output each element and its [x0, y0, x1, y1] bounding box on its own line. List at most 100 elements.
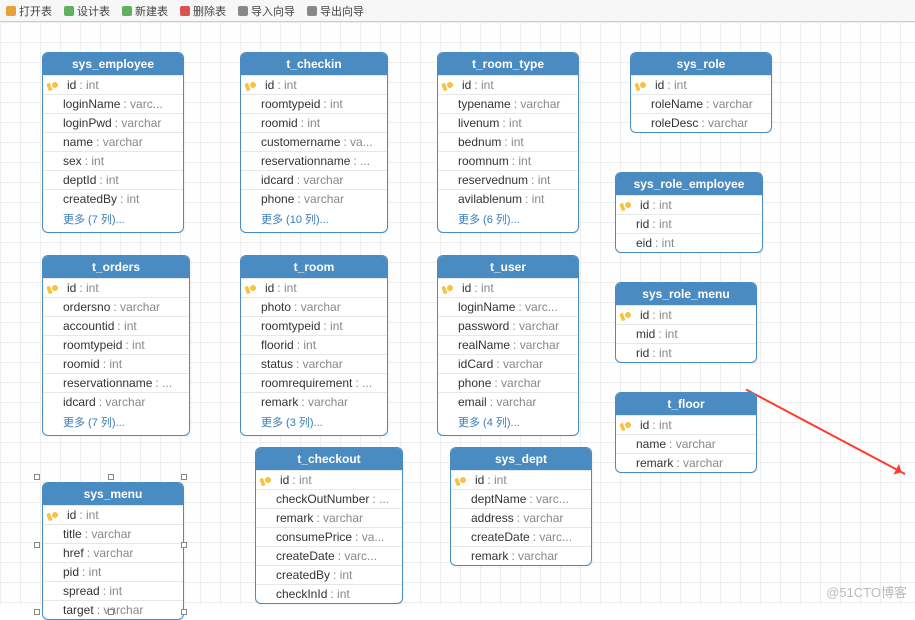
column[interactable]: ordersno: varchar	[43, 297, 189, 316]
column[interactable]: phone: varchar	[241, 189, 387, 208]
column[interactable]: roomnum: int	[438, 151, 578, 170]
column[interactable]: deptName: varc...	[451, 489, 591, 508]
column[interactable]: createdBy: int	[256, 565, 402, 584]
table-t_room_type[interactable]: t_room_typeid: inttypename: varcharliven…	[437, 52, 579, 233]
column[interactable]: avilablenum: int	[438, 189, 578, 208]
table-header[interactable]: t_user	[438, 256, 578, 278]
table-t_checkout[interactable]: t_checkoutid: intcheckOutNumber: ...rema…	[255, 447, 403, 604]
table-header[interactable]: t_orders	[43, 256, 189, 278]
column[interactable]: roomtypeid: int	[241, 316, 387, 335]
column-pk[interactable]: id: int	[616, 305, 756, 324]
selection-handle[interactable]	[108, 474, 114, 480]
toolbar-item[interactable]: 打开表	[6, 3, 52, 19]
table-t_user[interactable]: t_userid: intloginName: varc...password:…	[437, 255, 579, 436]
column[interactable]: reservationname: ...	[241, 151, 387, 170]
column[interactable]: loginName: varc...	[438, 297, 578, 316]
table-t_checkin[interactable]: t_checkinid: introomtypeid: introomid: i…	[240, 52, 388, 233]
table-header[interactable]: t_room_type	[438, 53, 578, 75]
column[interactable]: idCard: varchar	[438, 354, 578, 373]
column-pk[interactable]: id: int	[43, 278, 189, 297]
selection-handle[interactable]	[108, 609, 114, 615]
column[interactable]: idcard: varchar	[43, 392, 189, 411]
selection-handle[interactable]	[34, 609, 40, 615]
table-header[interactable]: t_checkout	[256, 448, 402, 470]
column-pk[interactable]: id: int	[43, 505, 183, 524]
table-header[interactable]: t_checkin	[241, 53, 387, 75]
more-columns[interactable]: 更多 (6 列)...	[438, 208, 578, 232]
column-pk[interactable]: id: int	[241, 278, 387, 297]
toolbar-item[interactable]: 设计表	[64, 3, 110, 19]
table-sys_role_employee[interactable]: sys_role_employeeid: intrid: inteid: int	[615, 172, 763, 253]
column[interactable]: checkOutNumber: ...	[256, 489, 402, 508]
selection-handle[interactable]	[34, 542, 40, 548]
column[interactable]: href: varchar	[43, 543, 183, 562]
table-header[interactable]: t_room	[241, 256, 387, 278]
er-canvas[interactable]: @51CTO博客 sys_employeeid: intloginName: v…	[0, 22, 915, 605]
column[interactable]: deptId: int	[43, 170, 183, 189]
table-sys_employee[interactable]: sys_employeeid: intloginName: varc...log…	[42, 52, 184, 233]
column[interactable]: typename: varchar	[438, 94, 578, 113]
toolbar-item[interactable]: 新建表	[122, 3, 168, 19]
column[interactable]: password: varchar	[438, 316, 578, 335]
column[interactable]: phone: varchar	[438, 373, 578, 392]
column[interactable]: loginPwd: varchar	[43, 113, 183, 132]
column[interactable]: bednum: int	[438, 132, 578, 151]
selection-handle[interactable]	[34, 474, 40, 480]
table-sys_menu[interactable]: sys_menuid: inttitle: varcharhref: varch…	[42, 482, 184, 620]
column-pk[interactable]: id: int	[438, 278, 578, 297]
table-header[interactable]: sys_role_menu	[616, 283, 756, 305]
column[interactable]: mid: int	[616, 324, 756, 343]
column[interactable]: livenum: int	[438, 113, 578, 132]
column[interactable]: roomrequirement: ...	[241, 373, 387, 392]
column[interactable]: remark: varchar	[256, 508, 402, 527]
column-pk[interactable]: id: int	[256, 470, 402, 489]
selection-handle[interactable]	[181, 542, 187, 548]
column[interactable]: photo: varchar	[241, 297, 387, 316]
column[interactable]: rid: int	[616, 214, 762, 233]
column[interactable]: title: varchar	[43, 524, 183, 543]
column[interactable]: reservednum: int	[438, 170, 578, 189]
column[interactable]: name: varchar	[43, 132, 183, 151]
more-columns[interactable]: 更多 (7 列)...	[43, 411, 189, 435]
table-header[interactable]: sys_menu	[43, 483, 183, 505]
column[interactable]: roomid: int	[43, 354, 189, 373]
column[interactable]: roomtypeid: int	[241, 94, 387, 113]
table-header[interactable]: sys_employee	[43, 53, 183, 75]
column[interactable]: roleDesc: varchar	[631, 113, 771, 132]
table-header[interactable]: t_floor	[616, 393, 756, 415]
column[interactable]: consumePrice: va...	[256, 527, 402, 546]
column[interactable]: pid: int	[43, 562, 183, 581]
table-header[interactable]: sys_role_employee	[616, 173, 762, 195]
column[interactable]: name: varchar	[616, 434, 756, 453]
column[interactable]: spread: int	[43, 581, 183, 600]
table-sys_dept[interactable]: sys_deptid: intdeptName: varc...address:…	[450, 447, 592, 566]
column[interactable]: checkInId: int	[256, 584, 402, 603]
column[interactable]: remark: varchar	[616, 453, 756, 472]
more-columns[interactable]: 更多 (4 列)...	[438, 411, 578, 435]
column[interactable]: status: varchar	[241, 354, 387, 373]
selection-handle[interactable]	[181, 609, 187, 615]
column[interactable]: floorid: int	[241, 335, 387, 354]
table-t_floor[interactable]: t_floorid: intname: varcharremark: varch…	[615, 392, 757, 473]
column[interactable]: email: varchar	[438, 392, 578, 411]
column-pk[interactable]: id: int	[631, 75, 771, 94]
column[interactable]: roomid: int	[241, 113, 387, 132]
column[interactable]: address: varchar	[451, 508, 591, 527]
column-pk[interactable]: id: int	[43, 75, 183, 94]
table-sys_role_menu[interactable]: sys_role_menuid: intmid: intrid: int	[615, 282, 757, 363]
column[interactable]: idcard: varchar	[241, 170, 387, 189]
column-pk[interactable]: id: int	[616, 415, 756, 434]
column[interactable]: customername: va...	[241, 132, 387, 151]
column-pk[interactable]: id: int	[241, 75, 387, 94]
table-t_room[interactable]: t_roomid: intphoto: varcharroomtypeid: i…	[240, 255, 388, 436]
column[interactable]: remark: varchar	[451, 546, 591, 565]
selection-handle[interactable]	[181, 474, 187, 480]
column-pk[interactable]: id: int	[438, 75, 578, 94]
column[interactable]: roleName: varchar	[631, 94, 771, 113]
toolbar-item[interactable]: 删除表	[180, 3, 226, 19]
more-columns[interactable]: 更多 (7 列)...	[43, 208, 183, 232]
table-header[interactable]: sys_role	[631, 53, 771, 75]
column[interactable]: rid: int	[616, 343, 756, 362]
column[interactable]: remark: varchar	[241, 392, 387, 411]
column[interactable]: loginName: varc...	[43, 94, 183, 113]
